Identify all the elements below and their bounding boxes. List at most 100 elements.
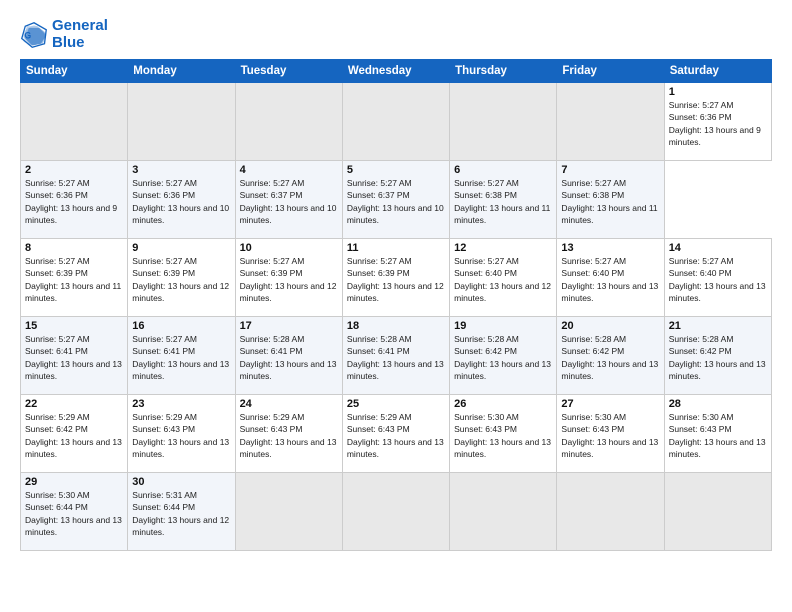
day-cell: [342, 83, 449, 161]
day-info: Sunrise: 5:27 AMSunset: 6:36 PMDaylight:…: [132, 177, 230, 226]
day-number: 6: [454, 164, 552, 176]
header: G General Blue: [20, 18, 772, 51]
header-cell-saturday: Saturday: [664, 60, 771, 83]
day-info: Sunrise: 5:27 AMSunset: 6:39 PMDaylight:…: [240, 255, 338, 304]
day-cell: 30Sunrise: 5:31 AMSunset: 6:44 PMDayligh…: [128, 473, 235, 551]
day-number: 25: [347, 398, 445, 410]
week-row-4: 22Sunrise: 5:29 AMSunset: 6:42 PMDayligh…: [21, 395, 772, 473]
day-cell: 26Sunrise: 5:30 AMSunset: 6:43 PMDayligh…: [450, 395, 557, 473]
day-cell: 19Sunrise: 5:28 AMSunset: 6:42 PMDayligh…: [450, 317, 557, 395]
header-row: SundayMondayTuesdayWednesdayThursdayFrid…: [21, 60, 772, 83]
day-cell: 3Sunrise: 5:27 AMSunset: 6:36 PMDaylight…: [128, 161, 235, 239]
day-cell: 17Sunrise: 5:28 AMSunset: 6:41 PMDayligh…: [235, 317, 342, 395]
day-cell: [235, 473, 342, 551]
day-cell: 14Sunrise: 5:27 AMSunset: 6:40 PMDayligh…: [664, 239, 771, 317]
day-number: 1: [669, 86, 767, 98]
day-cell: [557, 473, 664, 551]
day-info: Sunrise: 5:29 AMSunset: 6:43 PMDaylight:…: [132, 411, 230, 460]
day-info: Sunrise: 5:27 AMSunset: 6:39 PMDaylight:…: [132, 255, 230, 304]
day-cell: 27Sunrise: 5:30 AMSunset: 6:43 PMDayligh…: [557, 395, 664, 473]
day-number: 16: [132, 320, 230, 332]
day-info: Sunrise: 5:27 AMSunset: 6:40 PMDaylight:…: [669, 255, 767, 304]
day-cell: 9Sunrise: 5:27 AMSunset: 6:39 PMDaylight…: [128, 239, 235, 317]
day-number: 30: [132, 476, 230, 488]
day-number: 11: [347, 242, 445, 254]
day-info: Sunrise: 5:27 AMSunset: 6:40 PMDaylight:…: [561, 255, 659, 304]
svg-text:G: G: [24, 30, 31, 40]
day-info: Sunrise: 5:28 AMSunset: 6:41 PMDaylight:…: [347, 333, 445, 382]
day-cell: [128, 83, 235, 161]
day-info: Sunrise: 5:27 AMSunset: 6:36 PMDaylight:…: [25, 177, 123, 226]
day-number: 26: [454, 398, 552, 410]
day-info: Sunrise: 5:29 AMSunset: 6:43 PMDaylight:…: [347, 411, 445, 460]
logo: G General Blue: [20, 18, 108, 51]
day-number: 24: [240, 398, 338, 410]
day-info: Sunrise: 5:30 AMSunset: 6:44 PMDaylight:…: [25, 489, 123, 538]
day-info: Sunrise: 5:28 AMSunset: 6:41 PMDaylight:…: [240, 333, 338, 382]
header-cell-wednesday: Wednesday: [342, 60, 449, 83]
day-cell: [450, 83, 557, 161]
day-cell: [21, 83, 128, 161]
day-number: 14: [669, 242, 767, 254]
day-cell: 24Sunrise: 5:29 AMSunset: 6:43 PMDayligh…: [235, 395, 342, 473]
day-info: Sunrise: 5:30 AMSunset: 6:43 PMDaylight:…: [669, 411, 767, 460]
day-cell: 1Sunrise: 5:27 AMSunset: 6:36 PMDaylight…: [664, 83, 771, 161]
day-number: 4: [240, 164, 338, 176]
day-number: 23: [132, 398, 230, 410]
day-cell: 25Sunrise: 5:29 AMSunset: 6:43 PMDayligh…: [342, 395, 449, 473]
day-cell: 12Sunrise: 5:27 AMSunset: 6:40 PMDayligh…: [450, 239, 557, 317]
day-number: 22: [25, 398, 123, 410]
day-number: 13: [561, 242, 659, 254]
day-cell: 29Sunrise: 5:30 AMSunset: 6:44 PMDayligh…: [21, 473, 128, 551]
day-cell: 20Sunrise: 5:28 AMSunset: 6:42 PMDayligh…: [557, 317, 664, 395]
day-info: Sunrise: 5:27 AMSunset: 6:38 PMDaylight:…: [561, 177, 659, 226]
day-info: Sunrise: 5:27 AMSunset: 6:37 PMDaylight:…: [240, 177, 338, 226]
day-number: 19: [454, 320, 552, 332]
day-number: 3: [132, 164, 230, 176]
day-cell: [342, 473, 449, 551]
day-number: 12: [454, 242, 552, 254]
day-cell: 8Sunrise: 5:27 AMSunset: 6:39 PMDaylight…: [21, 239, 128, 317]
day-cell: 18Sunrise: 5:28 AMSunset: 6:41 PMDayligh…: [342, 317, 449, 395]
day-cell: 6Sunrise: 5:27 AMSunset: 6:38 PMDaylight…: [450, 161, 557, 239]
day-info: Sunrise: 5:27 AMSunset: 6:41 PMDaylight:…: [25, 333, 123, 382]
week-row-3: 15Sunrise: 5:27 AMSunset: 6:41 PMDayligh…: [21, 317, 772, 395]
header-cell-monday: Monday: [128, 60, 235, 83]
day-info: Sunrise: 5:28 AMSunset: 6:42 PMDaylight:…: [561, 333, 659, 382]
day-info: Sunrise: 5:28 AMSunset: 6:42 PMDaylight:…: [454, 333, 552, 382]
day-cell: 23Sunrise: 5:29 AMSunset: 6:43 PMDayligh…: [128, 395, 235, 473]
day-number: 17: [240, 320, 338, 332]
header-cell-sunday: Sunday: [21, 60, 128, 83]
day-cell: 10Sunrise: 5:27 AMSunset: 6:39 PMDayligh…: [235, 239, 342, 317]
week-row-0: 1Sunrise: 5:27 AMSunset: 6:36 PMDaylight…: [21, 83, 772, 161]
day-info: Sunrise: 5:27 AMSunset: 6:37 PMDaylight:…: [347, 177, 445, 226]
header-cell-tuesday: Tuesday: [235, 60, 342, 83]
day-number: 29: [25, 476, 123, 488]
day-cell: 21Sunrise: 5:28 AMSunset: 6:42 PMDayligh…: [664, 317, 771, 395]
day-cell: 22Sunrise: 5:29 AMSunset: 6:42 PMDayligh…: [21, 395, 128, 473]
day-info: Sunrise: 5:27 AMSunset: 6:39 PMDaylight:…: [25, 255, 123, 304]
day-cell: [664, 473, 771, 551]
day-number: 28: [669, 398, 767, 410]
day-number: 9: [132, 242, 230, 254]
header-cell-friday: Friday: [557, 60, 664, 83]
day-info: Sunrise: 5:27 AMSunset: 6:39 PMDaylight:…: [347, 255, 445, 304]
day-info: Sunrise: 5:27 AMSunset: 6:40 PMDaylight:…: [454, 255, 552, 304]
day-number: 5: [347, 164, 445, 176]
day-info: Sunrise: 5:27 AMSunset: 6:38 PMDaylight:…: [454, 177, 552, 226]
day-number: 20: [561, 320, 659, 332]
day-cell: 16Sunrise: 5:27 AMSunset: 6:41 PMDayligh…: [128, 317, 235, 395]
day-cell: [450, 473, 557, 551]
day-number: 2: [25, 164, 123, 176]
logo-icon: G: [20, 21, 48, 49]
day-info: Sunrise: 5:27 AMSunset: 6:36 PMDaylight:…: [669, 99, 767, 148]
day-number: 15: [25, 320, 123, 332]
day-info: Sunrise: 5:29 AMSunset: 6:42 PMDaylight:…: [25, 411, 123, 460]
day-number: 18: [347, 320, 445, 332]
week-row-2: 8Sunrise: 5:27 AMSunset: 6:39 PMDaylight…: [21, 239, 772, 317]
day-info: Sunrise: 5:29 AMSunset: 6:43 PMDaylight:…: [240, 411, 338, 460]
calendar-table: SundayMondayTuesdayWednesdayThursdayFrid…: [20, 59, 772, 551]
day-number: 21: [669, 320, 767, 332]
week-row-1: 2Sunrise: 5:27 AMSunset: 6:36 PMDaylight…: [21, 161, 772, 239]
day-info: Sunrise: 5:30 AMSunset: 6:43 PMDaylight:…: [454, 411, 552, 460]
